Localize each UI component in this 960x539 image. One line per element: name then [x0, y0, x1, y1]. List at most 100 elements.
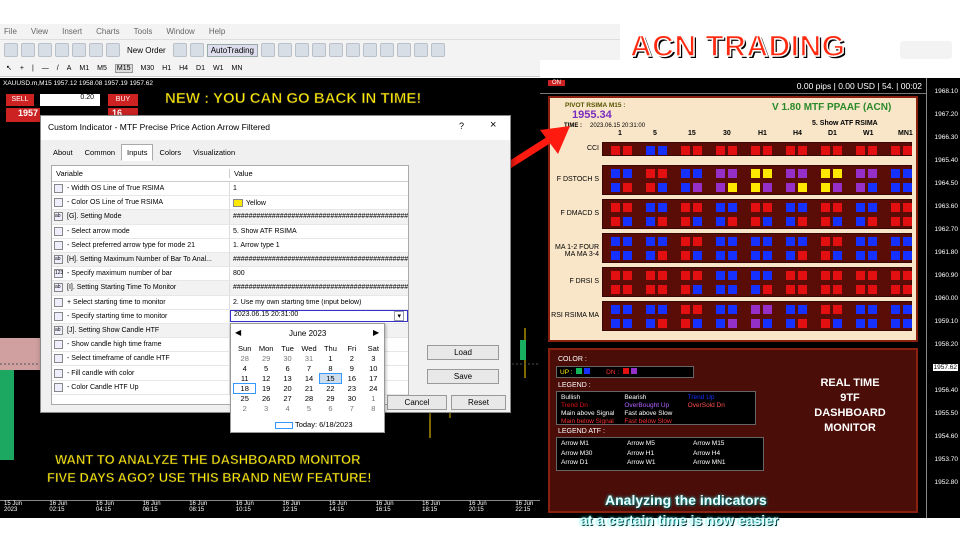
calendar-day[interactable]: 21	[298, 384, 319, 393]
row-value[interactable]: 800	[233, 270, 245, 277]
row-value[interactable]: ########################################…	[233, 284, 408, 291]
tf-h4[interactable]: H4	[179, 65, 188, 72]
menu-charts[interactable]: Charts	[96, 27, 120, 36]
calendar-day[interactable]: 25	[234, 394, 255, 403]
menu-file[interactable]: File	[4, 27, 17, 36]
calendar-day[interactable]: 4	[234, 364, 255, 373]
calendar-day[interactable]: 1	[363, 394, 384, 403]
calendar-day[interactable]: 11	[234, 374, 255, 383]
metaeditor-icon[interactable]	[172, 43, 187, 57]
tester-icon[interactable]	[106, 43, 120, 57]
calendar-day[interactable]: 8	[363, 404, 384, 413]
periods-icon[interactable]	[413, 43, 428, 57]
row-value[interactable]: ########################################…	[233, 213, 408, 220]
calendar-day[interactable]: 7	[298, 364, 319, 373]
autoscroll-icon[interactable]	[362, 43, 377, 57]
color-swatch[interactable]	[233, 198, 243, 207]
navigator-icon[interactable]	[72, 43, 86, 57]
calendar-day[interactable]: 1	[320, 354, 341, 363]
calendar-day[interactable]: 20	[277, 384, 298, 393]
zoom-in-icon[interactable]	[311, 43, 326, 57]
calendar-day[interactable]: 3	[363, 354, 384, 363]
next-month-icon[interactable]: ▶	[373, 328, 379, 337]
zoom-out-icon[interactable]	[328, 43, 343, 57]
new-chart-icon[interactable]	[4, 43, 18, 57]
calendar-day[interactable]: 8	[320, 364, 341, 373]
table-row[interactable]: - Color OS Line of True RSIMA Yellow	[52, 196, 408, 211]
calendar-day[interactable]: 12	[255, 374, 276, 383]
calendar-day[interactable]: 24	[363, 384, 384, 393]
calendar-day[interactable]: 30	[277, 354, 298, 363]
calendar-day[interactable]: 28	[298, 394, 319, 403]
today-label[interactable]: Today: 6/18/2023	[275, 420, 353, 429]
indicators-icon[interactable]	[396, 43, 411, 57]
cancel-button[interactable]: Cancel	[387, 395, 447, 410]
calendar-day[interactable]: 27	[277, 394, 298, 403]
calendar-day[interactable]: 14	[298, 374, 319, 383]
row-value[interactable]: Yellow	[246, 200, 266, 207]
prev-month-icon[interactable]: ◀	[235, 328, 241, 337]
hline-icon[interactable]: —	[42, 65, 49, 72]
menu-tools[interactable]: Tools	[134, 27, 153, 36]
tf-mn[interactable]: MN	[232, 65, 243, 72]
table-row[interactable]: + Select starting time to monitor 2. Use …	[52, 295, 408, 310]
calendar-day[interactable]: 23	[341, 384, 362, 393]
calendar-day[interactable]: 9	[341, 364, 362, 373]
calendar-day[interactable]: 5	[255, 364, 276, 373]
menu-help[interactable]: Help	[209, 27, 225, 36]
calendar-day[interactable]: 19	[255, 384, 276, 393]
autotrading-button[interactable]: AutoTrading	[206, 43, 258, 57]
market-watch-icon[interactable]	[38, 43, 52, 57]
on-badge[interactable]: ON	[548, 80, 565, 86]
tf-m15[interactable]: M15	[114, 63, 133, 73]
calendar-day[interactable]: 13	[277, 374, 298, 383]
menu-view[interactable]: View	[31, 27, 48, 36]
calendar-day[interactable]: 5	[298, 404, 319, 413]
table-row[interactable]: ab [H]. Setting Maximum Number of Bar To …	[52, 252, 408, 268]
signals-icon[interactable]	[189, 43, 204, 57]
tab-about[interactable]: About	[47, 144, 79, 161]
calendar-day[interactable]: 28	[234, 354, 255, 363]
new-order-button[interactable]: New Order	[123, 44, 170, 57]
reset-button[interactable]: Reset	[451, 395, 506, 410]
tf-w1[interactable]: W1	[213, 65, 224, 72]
tab-visualization[interactable]: Visualization	[187, 144, 241, 161]
calendar-day[interactable]: 15	[318, 373, 343, 384]
help-button[interactable]: ?	[459, 121, 464, 131]
table-row[interactable]: 123- Specify maximum number of bar 800	[52, 267, 408, 282]
calendar-day[interactable]: 26	[255, 394, 276, 403]
row-value[interactable]: 1	[233, 185, 237, 192]
calendar-day[interactable]: 6	[320, 404, 341, 413]
data-window-icon[interactable]	[55, 43, 69, 57]
lot-input[interactable]: 0.20	[40, 94, 100, 106]
tile-icon[interactable]	[345, 43, 360, 57]
calendar-day[interactable]: 6	[277, 364, 298, 373]
line-chart-icon[interactable]	[294, 43, 309, 57]
calendar-day[interactable]: 10	[363, 364, 384, 373]
row-value[interactable]: 5. Show ATF RSIMA	[233, 228, 297, 235]
crosshair-icon[interactable]: +	[20, 65, 24, 72]
row-value[interactable]: 2023.06.15 20:31:00	[234, 311, 298, 318]
calendar-day[interactable]: 18	[232, 383, 257, 394]
table-row[interactable]: ab [G]. Setting Mode #####################…	[52, 210, 408, 225]
calendar-day[interactable]: 2	[234, 404, 255, 413]
profiles-icon[interactable]	[21, 43, 35, 57]
row-value[interactable]: ########################################…	[233, 256, 408, 263]
tab-colors[interactable]: Colors	[153, 144, 187, 161]
calendar-day[interactable]: 7	[341, 404, 362, 413]
vline-icon[interactable]: |	[32, 65, 34, 72]
calendar-day[interactable]: 29	[255, 354, 276, 363]
row-value[interactable]: 1. Arrow type 1	[233, 242, 280, 249]
text-icon[interactable]: A	[67, 65, 72, 72]
date-picker[interactable]: ◀ June 2023 ▶ Sun Mon Tue Wed Thu Fri Sat 28 29 3…	[230, 323, 385, 433]
tf-h1[interactable]: H1	[162, 65, 171, 72]
table-row[interactable]: ab [I]. Setting Starting Time To Monitor #…	[52, 281, 408, 296]
tf-m1[interactable]: M1	[79, 65, 89, 72]
table-row[interactable]: - Specify starting time to monitor 2023.0…	[52, 309, 408, 324]
calendar-day[interactable]: 31	[298, 354, 319, 363]
calendar-dropdown-icon[interactable]: ▾	[394, 311, 404, 322]
templates-icon[interactable]	[430, 43, 445, 57]
cursor-icon[interactable]: ↖	[6, 64, 12, 72]
tab-common[interactable]: Common	[79, 144, 121, 161]
table-row[interactable]: - Width OS Line of True RSIMA 1	[52, 182, 408, 197]
